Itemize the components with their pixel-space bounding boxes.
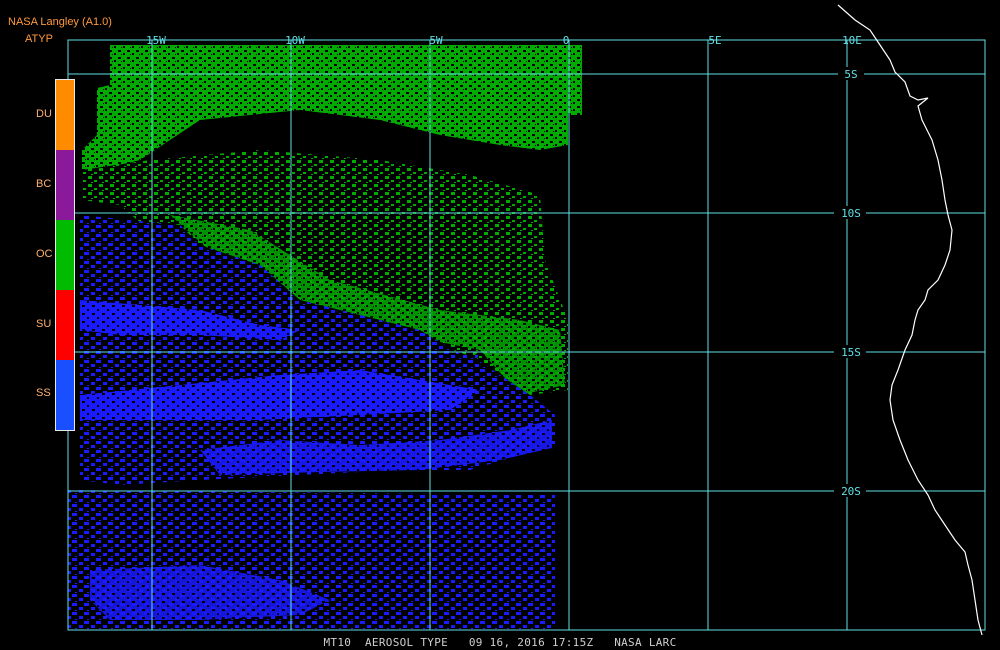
legend-swatch-su [56,290,74,360]
lon-label: 5W [429,34,443,47]
legend-swatch-oc [56,220,74,290]
lon-label: 0 [563,34,570,47]
legend-swatch-bc [56,150,74,220]
lat-label: 20S [841,485,861,498]
legend-label-ss: SS [36,387,51,399]
latitude-labels: 5S 10S 15S 20S [834,67,866,498]
map-canvas: 15W 10W 5W 0 5E 10E 5S 10S 15S 20S [67,4,986,636]
satellite-map-view: 15W 10W 5W 0 5E 10E 5S 10S 15S 20S NASA … [0,0,1000,650]
legend-label-bc: BC [36,178,52,190]
legend-label-du: DU [36,108,52,120]
lat-label: 10S [841,207,861,220]
legend-color-bar [55,79,75,431]
lon-label: 10E [842,34,862,47]
lon-label: 15W [146,34,166,47]
legend-label-su: SU [36,318,52,330]
lat-label: 15S [841,346,861,359]
legend-swatch-du [56,80,74,150]
source-title: NASA Langley (A1.0) [8,16,112,28]
legend-swatch-ss [56,360,74,430]
product-name: ATYP [25,33,53,45]
coastline [837,4,983,636]
lon-label: 10W [285,34,305,47]
lat-label: 5S [844,68,857,81]
legend-label-oc: OC [36,248,53,260]
lon-label: 5E [708,34,721,47]
footer-caption: MT10 AEROSOL TYPE 09 16, 2016 17:15Z NAS… [323,636,677,649]
